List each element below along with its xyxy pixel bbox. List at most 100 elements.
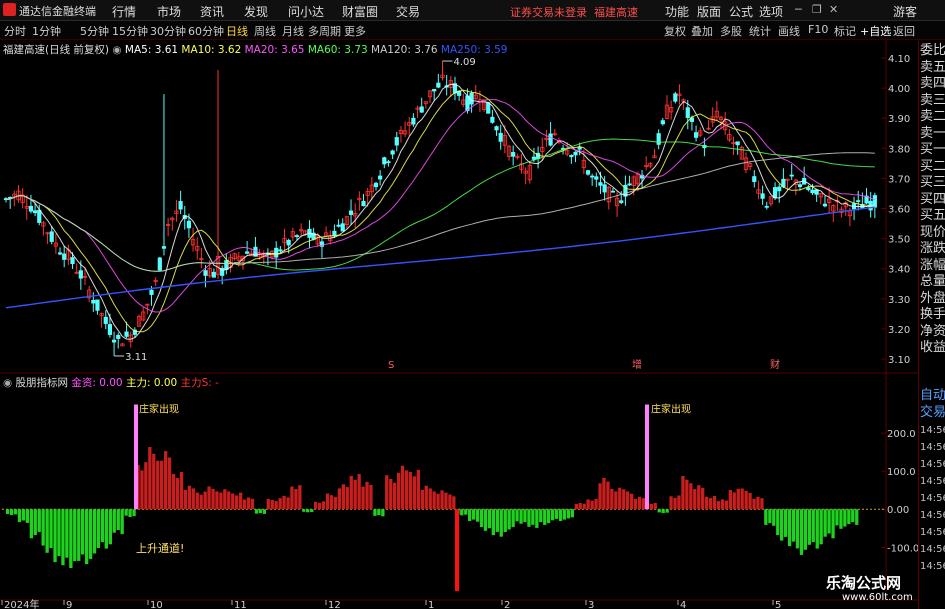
zhulis-bar xyxy=(455,509,459,592)
indicator-bar xyxy=(823,509,827,537)
menu-zixun[interactable]: 资讯 xyxy=(200,3,224,20)
period-multi[interactable]: 多周期 xyxy=(308,23,341,39)
indicator-bar xyxy=(235,495,239,510)
sidebar-item-0[interactable]: 委比 xyxy=(920,43,945,59)
minimize-icon[interactable]: ─ xyxy=(795,3,802,16)
sidebar-item-4[interactable]: 卖二 xyxy=(920,109,945,125)
btn-fuquan[interactable]: 复权 xyxy=(664,23,686,39)
sidebar-item-16[interactable]: 换手 xyxy=(920,307,945,323)
sidebar-item-20[interactable]: 交易 xyxy=(920,405,945,421)
candle-body xyxy=(693,132,699,138)
indicator-bar xyxy=(562,509,567,520)
indicator-bar xyxy=(41,509,45,546)
menu-caifuquan[interactable]: 财富圈 xyxy=(342,3,378,20)
sidebar-item-6[interactable]: 买一 xyxy=(920,142,945,158)
sidebar-item-1[interactable]: 卖五 xyxy=(920,60,945,76)
period-fenshi[interactable]: 分时 xyxy=(4,23,26,39)
quote-sidebar: 委比 卖五 卖四 卖三 卖二 卖一 买一 买二 买三 买四 买五 现价 涨跌 涨幅 总量 外盘 换手 净资 收益自动… xyxy=(918,41,945,609)
indicator-bar xyxy=(819,509,823,545)
btn-huaxian[interactable]: 画线 xyxy=(778,23,800,39)
menu-shichang[interactable]: 市场 xyxy=(157,3,181,20)
candle-body xyxy=(797,184,803,187)
sub-legend: ◉ 股朋指标网 金资: 0.00 主力: 0.00 主力S: - xyxy=(3,375,219,390)
indicator-bar xyxy=(207,486,211,510)
sidebar-item-2[interactable]: 卖四 xyxy=(920,76,945,92)
main-ytick-label-9: 3.20 xyxy=(888,325,910,336)
close-icon[interactable]: ✕ xyxy=(829,3,838,16)
menu-faxian[interactable]: 发现 xyxy=(244,3,268,20)
period-daily[interactable]: 日线 xyxy=(226,23,248,39)
sidebar-item-10[interactable]: 买五 xyxy=(920,208,945,224)
indicator-bar xyxy=(144,462,148,510)
sidebar-item-15[interactable]: 外盘 xyxy=(920,291,945,307)
indicator-bar xyxy=(140,470,144,510)
candle-body xyxy=(57,252,63,255)
period-more[interactable]: 更多 xyxy=(344,23,366,39)
sidebar-item-11[interactable]: 现价 xyxy=(920,225,945,241)
indicator-bar xyxy=(558,509,563,521)
candle-body xyxy=(594,176,599,180)
login-status[interactable]: 证券交易未登录 福建高速 xyxy=(510,4,638,20)
chevron-down-icon[interactable]: ◉ xyxy=(112,44,121,56)
sidebar-item-18[interactable]: 收益 xyxy=(920,340,945,356)
sub-ytick-label-2: 0.00 xyxy=(887,505,909,516)
sidebar-item-19[interactable]: 自动 xyxy=(920,388,945,404)
sidebar-item-7[interactable]: 买二 xyxy=(920,159,945,175)
sub-chevron-icon[interactable]: ◉ xyxy=(3,377,12,389)
candle-body xyxy=(336,224,341,227)
btn-f10[interactable]: F10 xyxy=(808,23,828,36)
menu-jiaoyi[interactable]: 交易 xyxy=(396,3,420,20)
sidebar-item-13[interactable]: 涨幅 xyxy=(920,258,945,274)
period-5min[interactable]: 5分钟 xyxy=(80,23,109,39)
sidebar-item-3[interactable]: 卖三 xyxy=(920,93,945,109)
menu-gongshi[interactable]: 公式 xyxy=(729,3,753,20)
menu-hangqing[interactable]: 行情 xyxy=(112,3,136,20)
zhuang-label-2: 庄家出现 xyxy=(651,403,691,416)
indicator-bar xyxy=(258,509,262,514)
sidebar-item-8[interactable]: 买三 xyxy=(920,175,945,191)
candle-body xyxy=(602,184,607,193)
indicator-bar xyxy=(108,509,112,545)
indicator-bar xyxy=(440,490,444,510)
restore-icon[interactable]: ❐ xyxy=(812,3,822,16)
period-monthly[interactable]: 月线 xyxy=(282,23,304,39)
btn-duogu[interactable]: 多股 xyxy=(720,23,742,39)
legend-ma10: MA10: 3.62 xyxy=(181,44,242,56)
indicator-bar xyxy=(590,500,594,510)
sidebar-item-12[interactable]: 涨跌 xyxy=(920,241,945,257)
ma250-line xyxy=(5,206,875,309)
period-weekly[interactable]: 周线 xyxy=(254,23,276,39)
candle-body xyxy=(810,189,815,194)
indicator-bar xyxy=(6,509,10,515)
chart-area[interactable]: 4.10 4.00 3.90 3.80 3.70 3.60 3.50 3.40 3.30 3.20… xyxy=(0,40,918,609)
candle-body xyxy=(373,182,379,188)
btn-back[interactable]: 返回 xyxy=(893,23,915,39)
user-label[interactable]: 游客 xyxy=(893,3,917,20)
indicator-bar xyxy=(736,488,740,510)
indicator-bar xyxy=(69,509,73,568)
sidebar-item-17[interactable]: 净资 xyxy=(920,324,945,340)
indicator-bar xyxy=(491,509,495,536)
period-30min[interactable]: 30分钟 xyxy=(150,23,186,39)
indicator-bar xyxy=(92,509,97,554)
btn-add-watchlist[interactable]: +自选 xyxy=(860,23,891,39)
btn-tongji[interactable]: 统计 xyxy=(749,23,771,39)
indicator-bar xyxy=(523,509,527,523)
btn-diejia[interactable]: 叠加 xyxy=(691,23,713,39)
menu-wenxiaoda[interactable]: 问小达 xyxy=(288,3,324,20)
indicator-bar xyxy=(112,509,116,533)
period-1min[interactable]: 1分钟 xyxy=(32,23,61,39)
period-15min[interactable]: 15分钟 xyxy=(112,23,148,39)
menu-xuanxiang[interactable]: 选项 xyxy=(759,3,783,20)
sidebar-item-5[interactable]: 卖一 xyxy=(920,126,945,142)
sidebar-item-14[interactable]: 总量 xyxy=(920,274,945,290)
indicator-bar xyxy=(211,488,215,510)
indicator-bar xyxy=(132,509,136,517)
menu-gongneng[interactable]: 功能 xyxy=(665,3,689,20)
btn-biaoji[interactable]: 标记 xyxy=(834,23,856,39)
period-60min[interactable]: 60分钟 xyxy=(188,23,224,39)
menu-banmian[interactable]: 版面 xyxy=(697,3,721,20)
sidebar-item-9[interactable]: 买四 xyxy=(920,192,945,208)
indicator-bar xyxy=(752,498,756,510)
indicator-bar xyxy=(227,491,231,510)
